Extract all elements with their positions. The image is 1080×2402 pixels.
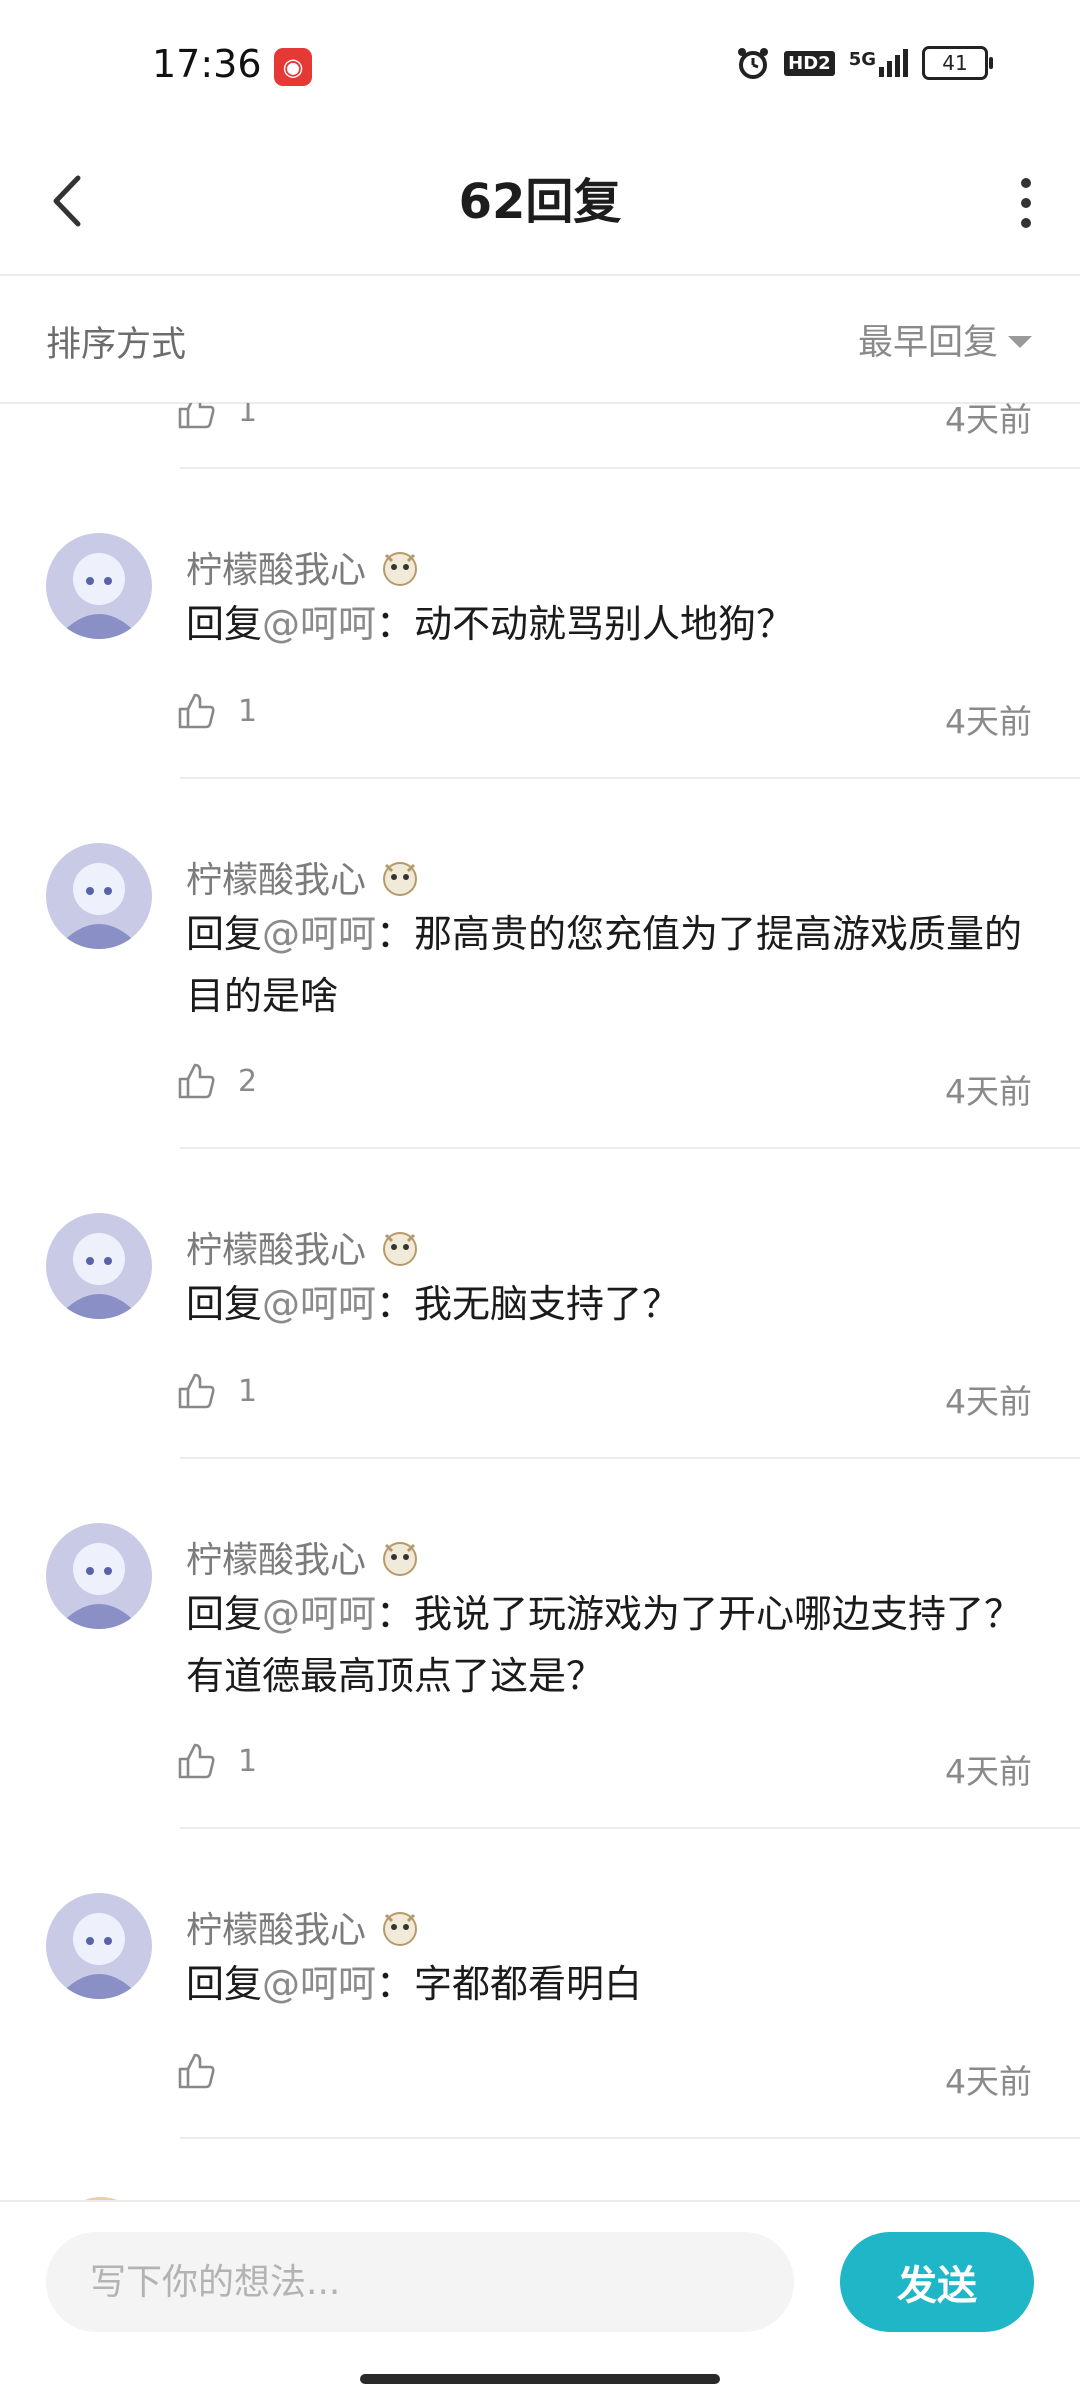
like-button[interactable] — [176, 2051, 238, 2091]
reply-body: 字都都看明白 — [414, 1962, 643, 2006]
avatar[interactable] — [46, 1213, 152, 1319]
user-badge-icon — [383, 1912, 418, 1946]
thumbs-up-icon — [178, 2053, 215, 2089]
network-type-label: 5G — [848, 49, 876, 70]
netease-music-icon: ◉ — [274, 48, 312, 86]
reply-text: 回复@呵呵：那高贵的您充值为了提高游戏质量的目的是啥 — [186, 903, 1036, 1027]
thumbs-up-icon — [178, 1063, 215, 1099]
sort-dropdown[interactable]: 最早回复 — [858, 314, 1032, 365]
thumbs-up-icon — [178, 1373, 215, 1409]
username-text: 柠檬酸我心 — [186, 1230, 367, 1271]
avatar[interactable] — [46, 843, 152, 949]
reply-time: 4天前 — [945, 702, 1032, 741]
user-badge-icon — [383, 1232, 418, 1266]
like-count: 1 — [238, 403, 258, 429]
thumbs-up-icon — [178, 693, 215, 729]
battery-icon: 41 — [922, 46, 993, 80]
list-item: 柠檬酸我心 回复@呵呵：那高贵的您充值为了提高游戏质量的目的是啥 2 4天前 — [0, 779, 1080, 1149]
username-text: 柠檬酸我心 — [186, 860, 367, 901]
page-title: 62回复 — [458, 174, 622, 230]
username[interactable]: 柠檬酸我心 — [186, 851, 424, 903]
status-indicators: HD2 5G 41 — [736, 46, 993, 80]
colon: ： — [376, 1592, 415, 1636]
like-button[interactable]: 1 — [176, 691, 257, 731]
mention-link[interactable]: @呵呵 — [262, 602, 376, 646]
reply-prefix: 回复 — [186, 1282, 263, 1326]
avatar[interactable] — [46, 1893, 152, 1999]
reply-prefix: 回复 — [186, 912, 263, 956]
like-count: 1 — [238, 1373, 258, 1409]
colon: ： — [376, 602, 415, 646]
list-item: 柠檬酸我心 回复@呵呵：我无脑支持了？ 1 4天前 — [0, 1149, 1080, 1459]
username-text: 柠檬酸我心 — [186, 1540, 367, 1581]
like-button[interactable]: 2 — [176, 1061, 257, 1101]
reply-composer: 发送 — [0, 2200, 1080, 2402]
mention-link[interactable]: @呵呵 — [262, 1592, 376, 1636]
user-badge-icon — [383, 1542, 418, 1576]
username[interactable]: 柠檬酸我心 — [186, 1531, 424, 1583]
thumbs-up-icon — [178, 1743, 215, 1779]
reply-body: 动不动就骂别人地狗？ — [414, 602, 795, 646]
colon: ： — [376, 1282, 415, 1326]
status-bar: 17:36 ◉ HD2 5G 41 — [0, 0, 1080, 130]
colon: ： — [376, 912, 415, 956]
battery-level: 41 — [942, 51, 968, 75]
username[interactable]: 柠檬酸我心 — [186, 1221, 424, 1273]
reply-text: 回复@呵呵：字都都看明白 — [186, 1953, 1036, 2015]
mention-link[interactable]: @呵呵 — [262, 912, 376, 956]
status-time: 17:36 — [152, 42, 262, 86]
reply-prefix: 回复 — [186, 602, 263, 646]
send-button[interactable]: 发送 — [840, 2232, 1034, 2332]
list-item: 柠檬酸我心 回复@呵呵：动不动就骂别人地狗？ 1 4天前 — [0, 469, 1080, 779]
list-item-partial: 1 4天前 — [0, 403, 1080, 469]
username[interactable]: 柠檬酸我心 — [186, 1901, 424, 1953]
sort-selected-value: 最早回复 — [857, 323, 998, 363]
reply-prefix: 回复 — [186, 1962, 263, 2006]
top-app-bar: 62回复 — [0, 130, 1080, 276]
user-badge-icon — [383, 552, 418, 586]
network-indicator: 5G — [849, 49, 908, 77]
like-count: 1 — [238, 1743, 258, 1779]
reply-time: 4天前 — [945, 1382, 1032, 1421]
reply-input[interactable] — [46, 2232, 794, 2332]
sort-bar: 排序方式 最早回复 — [0, 276, 1080, 404]
reply-text: 回复@呵呵：我无脑支持了？ — [186, 1273, 1036, 1335]
reply-text: 回复@呵呵：我说了玩游戏为了开心哪边支持了？有道德最高顶点了这是？ — [186, 1583, 1036, 1707]
reply-time: 4天前 — [945, 403, 1032, 439]
avatar[interactable] — [46, 533, 152, 639]
reply-list[interactable]: 1 4天前 柠檬酸我心 回复@呵呵：动不动就骂别人地狗？ 1 4天前 柠檬酸我心… — [0, 403, 1080, 2200]
alarm-icon — [738, 48, 769, 79]
like-button[interactable]: 1 — [176, 1741, 257, 1781]
mention-link[interactable]: @呵呵 — [262, 1282, 376, 1326]
avatar[interactable] — [46, 1523, 152, 1629]
username[interactable]: 柠檬酸我心 — [186, 541, 424, 593]
hd-indicator: HD2 — [784, 50, 835, 76]
mention-link[interactable]: @呵呵 — [262, 1962, 376, 2006]
username-text: 柠檬酸我心 — [186, 550, 367, 591]
reply-time: 4天前 — [945, 1072, 1032, 1111]
more-vertical-icon[interactable] — [1006, 168, 1046, 238]
list-item: 柠檬酸我心 回复@呵呵：字都都看明白 4天前 — [0, 1829, 1080, 2139]
like-button[interactable]: 1 — [176, 403, 257, 431]
list-item: 柠檬酸我心 回复@呵呵：我说了玩游戏为了开心哪边支持了？有道德最高顶点了这是？ … — [0, 1459, 1080, 1829]
reply-time: 4天前 — [945, 2062, 1032, 2101]
user-badge-icon — [383, 862, 418, 896]
thumbs-up-icon — [178, 403, 215, 429]
colon: ： — [376, 1962, 415, 2006]
reply-body: 我无脑支持了？ — [414, 1282, 681, 1326]
reply-prefix: 回复 — [186, 1592, 263, 1636]
username-text: 柠檬酸我心 — [186, 1910, 367, 1951]
reply-time: 4天前 — [945, 1752, 1032, 1791]
like-count: 1 — [238, 693, 258, 729]
caret-down-icon — [1008, 335, 1032, 348]
reply-text: 回复@呵呵：动不动就骂别人地狗？ — [186, 593, 1036, 655]
sort-label: 排序方式 — [46, 325, 187, 365]
like-button[interactable]: 1 — [176, 1371, 257, 1411]
like-count: 2 — [238, 1063, 258, 1099]
divider — [180, 2137, 1080, 2139]
gesture-bar — [360, 2374, 720, 2384]
